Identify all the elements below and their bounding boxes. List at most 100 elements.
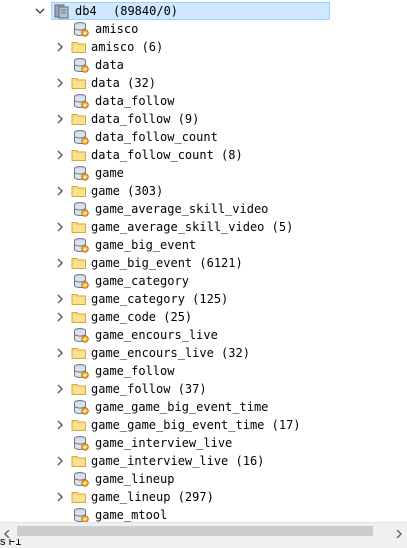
tree-item-label: game_category (125) xyxy=(91,292,229,306)
tree-row-view[interactable]: game_game_big_event_time xyxy=(0,398,407,416)
chevron-right-icon[interactable] xyxy=(55,258,65,268)
tree-item-label: game_interview_live xyxy=(95,436,233,450)
tree-item-label: game_big_event xyxy=(95,238,197,252)
folder-icon xyxy=(71,255,87,271)
database-tree: db4 (89840/0) amisco amisco (6) data data (… xyxy=(0,0,407,522)
tree-row-view[interactable]: data_follow xyxy=(0,92,407,110)
tree-row-table-folder[interactable]: game_interview_live (16) xyxy=(0,452,407,470)
tree-row-view[interactable]: game_follow xyxy=(0,362,407,380)
tree-item-label: game_game_big_event_time (17) xyxy=(91,418,301,432)
tree-row-view[interactable]: game_encours_live xyxy=(0,326,407,344)
chevron-right-icon[interactable] xyxy=(55,114,65,124)
tree-item-label: data_follow (9) xyxy=(91,112,200,126)
view-database-icon xyxy=(73,93,89,109)
tree-item-label: game_lineup (297) xyxy=(91,490,214,504)
horizontal-scrollbar[interactable] xyxy=(0,522,407,539)
tree-item-label: data xyxy=(95,58,124,72)
view-database-icon xyxy=(73,399,89,415)
folder-icon xyxy=(71,345,87,361)
tree-item-label: amisco xyxy=(95,22,139,36)
tree-item-label: game xyxy=(95,166,124,180)
database-name: db4 xyxy=(75,4,97,18)
view-database-icon xyxy=(73,273,89,289)
tree-row-table-folder[interactable]: game_big_event (6121) xyxy=(0,254,407,272)
folder-icon xyxy=(71,147,87,163)
tree-item-label: game_follow (37) xyxy=(91,382,207,396)
tree-row-view[interactable]: data xyxy=(0,56,407,74)
tree-row-database[interactable]: db4 (89840/0) xyxy=(0,2,407,20)
tree-row-view[interactable]: data_follow_count xyxy=(0,128,407,146)
chevron-right-icon[interactable] xyxy=(55,420,65,430)
tree-row-table-folder[interactable]: game_encours_live (32) xyxy=(0,344,407,362)
scrollbar-thumb[interactable] xyxy=(17,526,373,536)
tree-item-label: game_average_skill_video xyxy=(95,202,269,216)
folder-icon xyxy=(71,111,87,127)
tree-item-label: game_interview_live (16) xyxy=(91,454,265,468)
folder-icon xyxy=(71,309,87,325)
tree-item-label: game_big_event (6121) xyxy=(91,256,243,270)
tree-row-view[interactable]: game_interview_live xyxy=(0,434,407,452)
tree-item-label: game_game_big_event_time xyxy=(95,400,269,414)
chevron-right-icon[interactable] xyxy=(55,492,65,502)
tree-item-label: amisco (6) xyxy=(91,40,164,54)
chevron-right-icon[interactable] xyxy=(55,384,65,394)
chevron-right-icon[interactable] xyxy=(55,78,65,88)
view-database-icon xyxy=(73,507,89,522)
view-database-icon xyxy=(73,363,89,379)
view-database-icon xyxy=(73,21,89,37)
view-database-icon xyxy=(73,57,89,73)
folder-icon xyxy=(71,219,87,235)
view-database-icon xyxy=(73,471,89,487)
tree-row-table-folder[interactable]: game_category (125) xyxy=(0,290,407,308)
folder-icon xyxy=(71,39,87,55)
tree-row-table-folder[interactable]: data_follow (9) xyxy=(0,110,407,128)
tree-row-table-folder[interactable]: game_lineup (297) xyxy=(0,488,407,506)
tree-row-view[interactable]: game_average_skill_video xyxy=(0,200,407,218)
tree-row-table-folder[interactable]: game_average_skill_video (5) xyxy=(0,218,407,236)
tree-row-view[interactable]: game_mtool xyxy=(0,506,407,522)
tree-item-label: game_code (25) xyxy=(91,310,193,324)
folder-icon xyxy=(71,417,87,433)
tree-row-table-folder[interactable]: amisco (6) xyxy=(0,38,407,56)
tree-row-table-folder[interactable]: game_code (25) xyxy=(0,308,407,326)
tree-row-view[interactable]: game_category xyxy=(0,272,407,290)
chevron-right-icon[interactable] xyxy=(55,42,65,52)
tree-item-label: data_follow xyxy=(95,94,175,108)
folder-icon xyxy=(71,75,87,91)
tree-item-label: game_encours_live (32) xyxy=(91,346,250,360)
tree-row-table-folder[interactable]: game_game_big_event_time (17) xyxy=(0,416,407,434)
view-database-icon xyxy=(73,327,89,343)
chevron-right-icon[interactable] xyxy=(55,222,65,232)
tree-item-label: game (303) xyxy=(91,184,164,198)
tree-row-table-folder[interactable]: data (32) xyxy=(0,74,407,92)
chevron-right-icon[interactable] xyxy=(55,456,65,466)
tree-item-label: game_encours_live xyxy=(95,328,218,342)
tree-row-view[interactable]: game_big_event xyxy=(0,236,407,254)
chevron-right-icon[interactable] xyxy=(55,294,65,304)
tree-item-label: data_follow_count xyxy=(95,130,218,144)
tree-row-table-folder[interactable]: game_follow (37) xyxy=(0,380,407,398)
view-database-icon xyxy=(73,237,89,253)
chevron-right-icon[interactable] xyxy=(55,312,65,322)
tree-row-view[interactable]: game_lineup xyxy=(0,470,407,488)
tree-item-label: game_follow xyxy=(95,364,175,378)
chevron-right-icon[interactable] xyxy=(55,348,65,358)
chevron-right-icon[interactable] xyxy=(55,186,65,196)
folder-icon xyxy=(71,291,87,307)
chevron-right-icon[interactable] xyxy=(55,150,65,160)
tree-row-table-folder[interactable]: game (303) xyxy=(0,182,407,200)
folder-icon xyxy=(71,183,87,199)
view-database-icon xyxy=(73,129,89,145)
tree-item-label: game_lineup xyxy=(95,472,175,486)
tree-row-table-folder[interactable]: data_follow_count (8) xyxy=(0,146,407,164)
folder-icon xyxy=(71,381,87,397)
tree-row-view[interactable]: amisco xyxy=(0,20,407,38)
tree-row-view[interactable]: game xyxy=(0,164,407,182)
folder-icon xyxy=(71,489,87,505)
tree-item-label: game_category xyxy=(95,274,189,288)
status-bar: s F1 xyxy=(0,539,407,548)
status-text: s F1 xyxy=(0,539,22,548)
database-stats: (89840/0) xyxy=(113,4,179,18)
chevron-down-icon[interactable] xyxy=(35,6,45,16)
folder-icon xyxy=(71,453,87,469)
